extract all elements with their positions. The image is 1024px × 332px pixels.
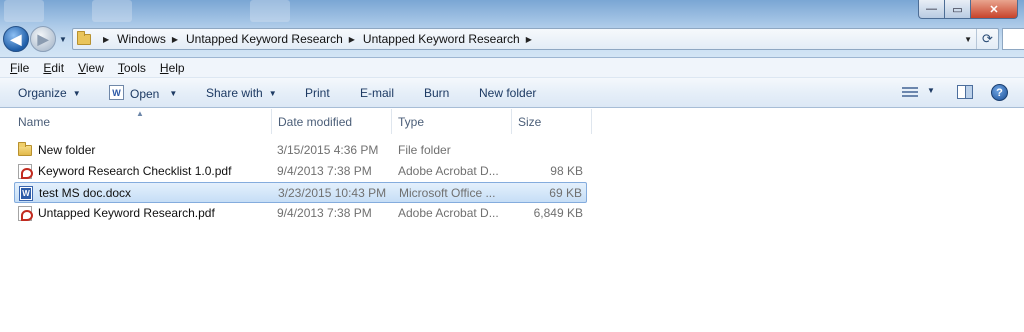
background-taskbar-ghost — [4, 0, 44, 22]
chevron-down-icon: ▼ — [72, 88, 81, 98]
organize-button[interactable]: Organize ▼ — [18, 86, 81, 100]
recent-pages-dropdown[interactable]: ▼ — [59, 35, 67, 44]
breadcrumb-item[interactable]: Untapped Keyword Research ▶ — [186, 32, 363, 46]
chevron-down-icon: ▼ — [268, 88, 277, 98]
menu-view[interactable]: View — [78, 61, 104, 75]
breadcrumb-item[interactable]: Windows ▶ — [117, 32, 186, 46]
menu-help[interactable]: Help — [160, 61, 185, 75]
file-name: New folder — [38, 143, 96, 157]
chevron-down-icon: ▼ — [927, 86, 935, 95]
window-controls: — ▭ ✕ — [918, 0, 1018, 19]
file-row-test-ms-doc[interactable]: test MS doc.docx 3/23/2015 10:43 PM Micr… — [14, 182, 587, 203]
chevron-right-icon[interactable]: ▶ — [349, 35, 355, 44]
forward-button[interactable]: ▶ — [30, 26, 56, 52]
file-row-keyword-checklist[interactable]: Keyword Research Checklist 1.0.pdf 9/4/2… — [14, 161, 587, 182]
file-name: test MS doc.docx — [39, 186, 132, 200]
column-header-name[interactable]: Name — [12, 109, 272, 134]
file-row-untapped-keyword-research[interactable]: Untapped Keyword Research.pdf 9/4/2013 7… — [14, 203, 587, 224]
column-headers: Name Date modified Type Size — [0, 109, 1024, 134]
search-input[interactable] — [1002, 28, 1024, 50]
column-header-type[interactable]: Type — [392, 109, 512, 134]
address-bar[interactable]: ▶ Windows ▶ Untapped Keyword Research ▶ … — [72, 28, 999, 50]
close-button[interactable]: ✕ — [971, 0, 1018, 19]
burn-button[interactable]: Burn — [424, 86, 449, 100]
file-size: 69 KB — [549, 186, 582, 200]
file-size: 6,849 KB — [533, 206, 583, 220]
chevron-right-icon[interactable]: ▶ — [172, 35, 178, 44]
menu-edit[interactable]: Edit — [43, 61, 64, 75]
change-view-icon[interactable] — [902, 86, 918, 99]
file-type: Adobe Acrobat D... — [398, 206, 499, 220]
background-taskbar-ghost — [92, 0, 132, 22]
breadcrumb-item[interactable]: Untapped Keyword Research ▶ — [363, 32, 540, 46]
folder-icon — [18, 142, 32, 156]
maximize-button[interactable]: ▭ — [945, 0, 971, 19]
file-type: Adobe Acrobat D... — [398, 164, 499, 178]
file-type: Microsoft Office ... — [399, 186, 496, 200]
preview-pane-icon[interactable] — [957, 85, 973, 99]
file-date: 9/4/2013 7:38 PM — [277, 164, 372, 178]
folder-icon — [77, 30, 91, 45]
word-doc-icon — [19, 186, 33, 201]
chevron-down-icon[interactable]: ▼ — [169, 89, 177, 98]
new-folder-button[interactable]: New folder — [479, 86, 536, 100]
file-date: 3/23/2015 10:43 PM — [278, 186, 387, 200]
back-button[interactable]: ◀ — [3, 26, 29, 52]
background-taskbar-ghost — [250, 0, 290, 22]
file-type: File folder — [398, 143, 451, 157]
help-icon[interactable]: ? — [991, 84, 1008, 101]
chevron-right-icon[interactable]: ▶ — [526, 35, 532, 44]
column-header-date[interactable]: Date modified — [272, 109, 392, 134]
file-size: 98 KB — [550, 164, 583, 178]
file-date: 3/15/2015 4:36 PM — [277, 143, 379, 157]
pdf-icon — [18, 164, 33, 179]
breadcrumb-separator[interactable]: ▶ — [97, 35, 117, 44]
arrow-right-icon: ▶ — [37, 30, 49, 47]
menu-file[interactable]: File — [10, 61, 29, 75]
pdf-icon — [18, 206, 33, 221]
file-name: Untapped Keyword Research.pdf — [38, 206, 215, 220]
refresh-button[interactable]: ⟳ — [976, 29, 998, 49]
menu-bar: File Edit View Tools Help — [0, 58, 1024, 78]
menu-tools[interactable]: Tools — [118, 61, 146, 75]
print-button[interactable]: Print — [305, 86, 330, 100]
file-row-new-folder[interactable]: New folder 3/15/2015 4:36 PM File folder — [14, 140, 587, 161]
refresh-icon: ⟳ — [982, 31, 993, 46]
address-history-dropdown[interactable]: ▼ — [964, 35, 972, 44]
file-name: Keyword Research Checklist 1.0.pdf — [38, 164, 232, 178]
share-with-button[interactable]: Share with ▼ — [206, 86, 277, 100]
minimize-button[interactable]: — — [918, 0, 945, 19]
column-header-size[interactable]: Size — [512, 109, 592, 134]
word-app-icon: W — [109, 85, 124, 100]
command-bar: Organize ▼ W Open ▼ Share with ▼ Print E-ma… — [0, 78, 1024, 108]
open-button[interactable]: W Open ▼ — [109, 85, 177, 101]
arrow-left-icon: ◀ — [10, 30, 22, 47]
view-options-dropdown[interactable]: ▼ — [927, 86, 935, 95]
file-date: 9/4/2013 7:38 PM — [277, 206, 372, 220]
title-bar: — ▭ ✕ ◀ ▶ ▼ ▶ Windows ▶ Untapped Keyword… — [0, 0, 1024, 58]
chevron-right-icon: ▶ — [103, 34, 110, 44]
email-button[interactable]: E-mail — [360, 86, 394, 100]
